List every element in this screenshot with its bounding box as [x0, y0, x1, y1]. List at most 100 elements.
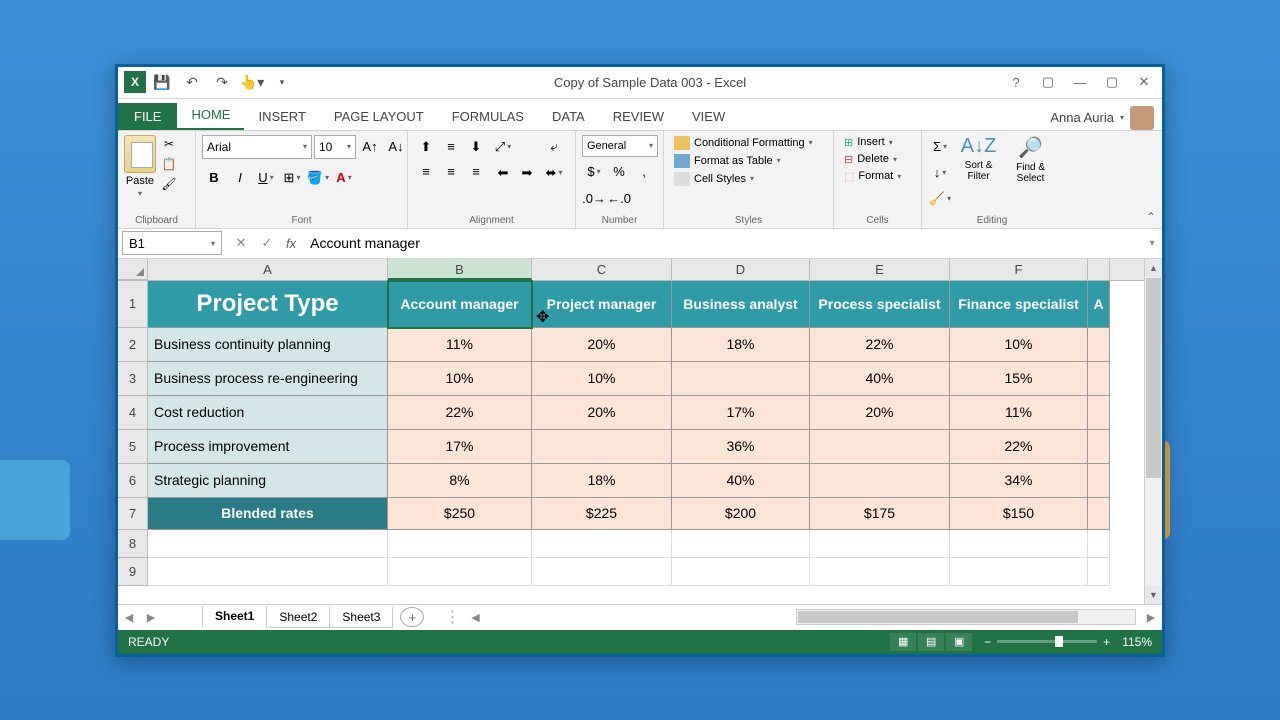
column-header-partial[interactable] — [1088, 259, 1110, 280]
tab-data[interactable]: DATA — [538, 103, 599, 130]
data-cell[interactable]: 8% — [388, 464, 532, 498]
tab-file[interactable]: FILE — [118, 103, 177, 130]
row-header-9[interactable]: 9 — [118, 558, 148, 586]
tab-view[interactable]: VIEW — [678, 103, 739, 130]
number-format-select[interactable]: General▾ — [582, 135, 658, 157]
column-header-E[interactable]: E — [810, 259, 950, 280]
tab-formulas[interactable]: FORMULAS — [438, 103, 538, 130]
data-cell[interactable]: 34% — [950, 464, 1088, 498]
copy-icon[interactable]: 📋 — [159, 155, 179, 173]
data-cell[interactable]: 20% — [532, 328, 672, 362]
column-header-F[interactable]: F — [950, 259, 1088, 280]
hscroll-right-icon[interactable]: ▶ — [1140, 607, 1162, 627]
empty-cell[interactable] — [810, 530, 950, 558]
data-cell[interactable]: 10% — [532, 362, 672, 396]
increase-decimal-icon[interactable]: .0→ — [582, 187, 606, 211]
name-box[interactable]: B1▾ — [122, 231, 222, 255]
data-cell[interactable] — [1088, 464, 1110, 498]
empty-cell[interactable] — [810, 558, 950, 586]
row-label-cell[interactable]: Process improvement — [148, 430, 388, 464]
comma-format-icon[interactable]: , — [632, 160, 656, 184]
qat-customize-icon[interactable]: ▾ — [268, 69, 296, 95]
data-cell[interactable]: 40% — [810, 362, 950, 396]
border-button[interactable]: ⊞ — [280, 166, 304, 190]
cancel-formula-icon[interactable]: ✕ — [230, 232, 252, 254]
data-cell[interactable]: 40% — [672, 464, 810, 498]
bold-button[interactable]: B — [202, 166, 226, 190]
fx-icon[interactable]: fx — [286, 236, 296, 251]
autosum-icon[interactable]: Σ — [928, 135, 952, 159]
decrease-font-icon[interactable]: A↓ — [384, 135, 408, 159]
row-label-cell[interactable]: Business continuity planning — [148, 328, 388, 362]
help-icon[interactable]: ? — [1004, 72, 1028, 92]
wrap-text-icon[interactable]: ⤶ — [542, 135, 566, 159]
font-size-select[interactable]: 10▾ — [314, 135, 356, 159]
header-cell[interactable]: Business analyst — [672, 281, 810, 328]
data-cell[interactable]: 20% — [532, 396, 672, 430]
data-cell[interactable]: 22% — [950, 430, 1088, 464]
cut-icon[interactable]: ✂ — [159, 135, 179, 153]
data-cell[interactable]: 20% — [810, 396, 950, 430]
page-layout-view-icon[interactable]: ▤ — [918, 633, 944, 651]
data-cell[interactable]: 10% — [950, 328, 1088, 362]
ribbon-display-icon[interactable]: ▢ — [1036, 72, 1060, 92]
data-cell[interactable] — [672, 362, 810, 396]
data-cell[interactable]: 18% — [532, 464, 672, 498]
align-bottom-icon[interactable]: ⬇ — [464, 135, 488, 159]
page-break-view-icon[interactable]: ▣ — [946, 633, 972, 651]
data-cell[interactable] — [1088, 362, 1110, 396]
row-label-cell[interactable]: Business process re-engineering — [148, 362, 388, 396]
align-top-icon[interactable]: ⬆ — [414, 135, 438, 159]
data-cell[interactable]: 17% — [388, 430, 532, 464]
font-name-select[interactable]: Arial▾ — [202, 135, 312, 159]
row-header-5[interactable]: 5 — [118, 430, 148, 464]
row-header-3[interactable]: 3 — [118, 362, 148, 396]
percent-format-icon[interactable]: % — [607, 160, 631, 184]
user-account[interactable]: Anna Auria ▾ — [1050, 106, 1162, 130]
tab-page-layout[interactable]: PAGE LAYOUT — [320, 103, 438, 130]
prev-sheet-icon[interactable]: ◀ — [118, 607, 140, 627]
row-header-4[interactable]: 4 — [118, 396, 148, 430]
row-label-cell[interactable]: Blended rates — [148, 498, 388, 530]
data-cell[interactable] — [1088, 498, 1110, 530]
empty-cell[interactable] — [1088, 558, 1110, 586]
scroll-down-icon[interactable]: ▼ — [1145, 586, 1162, 604]
enter-formula-icon[interactable]: ✓ — [256, 232, 278, 254]
zoom-level[interactable]: 115% — [1122, 635, 1152, 649]
row-header-8[interactable]: 8 — [118, 530, 148, 558]
next-sheet-icon[interactable]: ▶ — [140, 607, 162, 627]
row-label-cell[interactable]: Strategic planning — [148, 464, 388, 498]
italic-button[interactable]: I — [228, 166, 252, 190]
hscroll-left-icon[interactable]: ◀ — [464, 607, 486, 627]
data-cell[interactable]: $225 — [532, 498, 672, 530]
font-color-button[interactable]: A — [332, 166, 356, 190]
touch-mode-icon[interactable]: 👆▾ — [238, 69, 266, 95]
cell-styles-button[interactable]: Cell Styles▾ — [670, 171, 817, 187]
data-cell[interactable]: $200 — [672, 498, 810, 530]
row-header-2[interactable]: 2 — [118, 328, 148, 362]
row-header-1[interactable]: 1 — [118, 281, 148, 328]
collapse-ribbon-icon[interactable]: ⌃ — [1146, 210, 1156, 224]
data-cell[interactable]: $175 — [810, 498, 950, 530]
data-cell[interactable]: $250 — [388, 498, 532, 530]
header-cell[interactable]: Project Type — [148, 281, 388, 328]
insert-cells-button[interactable]: ⊞Insert▾ — [840, 135, 905, 150]
horizontal-scrollbar[interactable] — [796, 609, 1136, 625]
paste-button[interactable]: Paste ▾ — [124, 135, 156, 198]
empty-cell[interactable] — [672, 558, 810, 586]
vertical-scrollbar[interactable]: ▲ ▼ — [1144, 259, 1162, 604]
zoom-in-icon[interactable]: + — [1103, 635, 1110, 649]
expand-formula-bar-icon[interactable]: ▾ — [1142, 238, 1162, 249]
tab-review[interactable]: REVIEW — [599, 103, 678, 130]
find-select-button[interactable]: 🔎 Find & Select — [1005, 135, 1056, 184]
data-cell[interactable] — [1088, 328, 1110, 362]
sheet-tab-1[interactable]: Sheet1 — [202, 606, 267, 628]
empty-cell[interactable] — [1088, 530, 1110, 558]
format-cells-button[interactable]: ⬚Format▾ — [840, 169, 905, 184]
data-cell[interactable]: $150 — [950, 498, 1088, 530]
spreadsheet-grid[interactable]: ABCDEF1Project TypeAccount managerProjec… — [118, 259, 1162, 604]
formula-input[interactable] — [304, 231, 1142, 255]
data-cell[interactable]: 17% — [672, 396, 810, 430]
decrease-decimal-icon[interactable]: ←.0 — [607, 187, 631, 211]
row-header-7[interactable]: 7 — [118, 498, 148, 530]
